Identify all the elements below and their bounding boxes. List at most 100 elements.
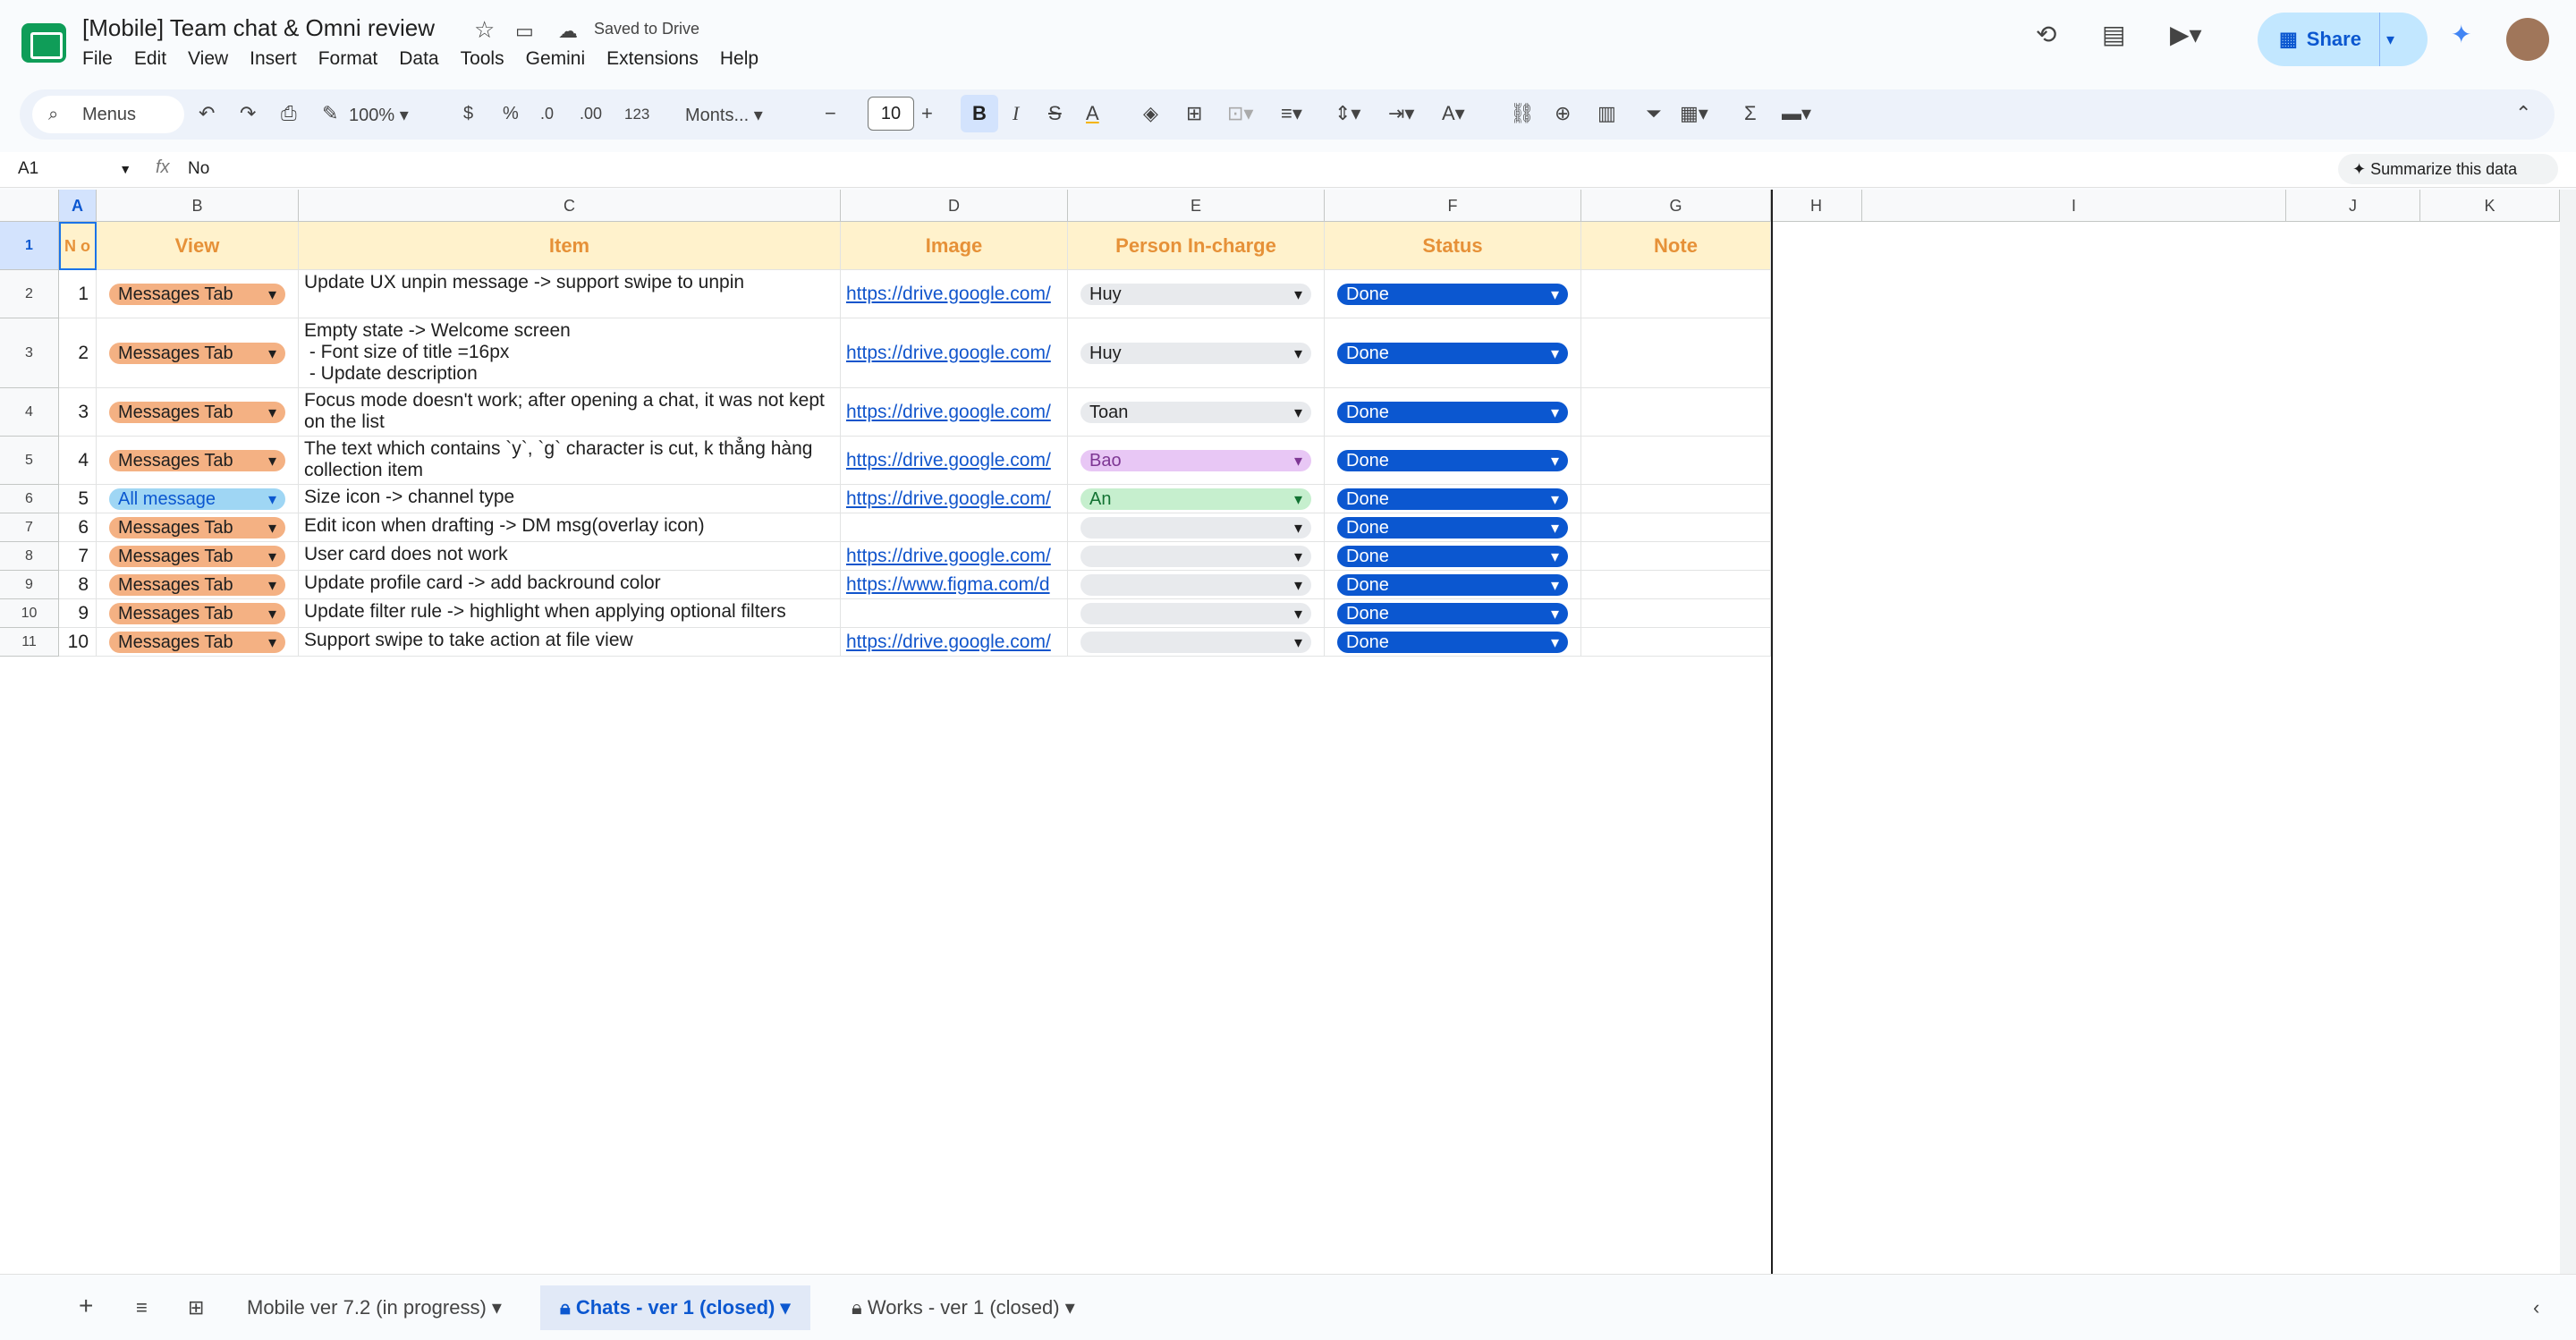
align-vertical-icon[interactable]: ⇕▾ bbox=[1335, 102, 1360, 125]
col-header-a[interactable]: A bbox=[59, 190, 97, 222]
cell-image[interactable]: https://drive.google.com/ bbox=[841, 388, 1068, 437]
cell-no[interactable]: 7 bbox=[59, 542, 97, 571]
cell-note[interactable] bbox=[1581, 542, 1771, 571]
cell-status[interactable]: Done bbox=[1325, 485, 1581, 513]
view-dropdown-chip[interactable]: Messages Tab bbox=[109, 631, 285, 653]
chart-icon[interactable]: ▥ bbox=[1597, 102, 1616, 125]
person-dropdown-chip[interactable] bbox=[1080, 631, 1311, 653]
status-dropdown-chip[interactable]: Done bbox=[1337, 573, 1568, 596]
comments-icon[interactable]: ▤ bbox=[2102, 20, 2125, 49]
cell-view[interactable]: Messages Tab bbox=[97, 571, 299, 599]
menu-data[interactable]: Data bbox=[399, 48, 438, 70]
row-header[interactable]: 6 bbox=[0, 485, 59, 513]
cell-note[interactable] bbox=[1581, 628, 1771, 657]
row-header[interactable]: 1 bbox=[0, 222, 59, 270]
cell-image[interactable]: https://drive.google.com/ bbox=[841, 318, 1068, 388]
bold-button[interactable]: B bbox=[961, 95, 998, 132]
cell-status[interactable]: Done bbox=[1325, 599, 1581, 628]
strikethrough-icon[interactable]: S bbox=[1048, 102, 1062, 125]
cell-status[interactable]: Done bbox=[1325, 270, 1581, 318]
borders-icon[interactable]: ⊞ bbox=[1186, 102, 1202, 125]
cell-view[interactable]: Messages Tab bbox=[97, 599, 299, 628]
col-header-e[interactable]: E bbox=[1068, 190, 1325, 222]
font-size-input[interactable]: 10 bbox=[868, 97, 914, 131]
document-title[interactable]: [Mobile] Team chat & Omni review bbox=[82, 14, 435, 42]
cell-note[interactable] bbox=[1581, 270, 1771, 318]
col-header-f[interactable]: F bbox=[1325, 190, 1581, 222]
cell-image[interactable] bbox=[841, 599, 1068, 628]
cell-person[interactable] bbox=[1068, 571, 1325, 599]
person-dropdown-chip[interactable] bbox=[1080, 545, 1311, 567]
view-dropdown-chip[interactable]: Messages Tab bbox=[109, 573, 285, 596]
person-dropdown-chip[interactable]: Huy bbox=[1080, 283, 1311, 305]
cell-item[interactable]: Update filter rule -> highlight when app… bbox=[299, 599, 841, 628]
sheets-logo-icon[interactable] bbox=[21, 23, 66, 63]
cell-item[interactable]: Update profile card -> add backround col… bbox=[299, 571, 841, 599]
cell-view[interactable]: Messages Tab bbox=[97, 513, 299, 542]
cell-item[interactable]: Empty state -> Welcome screen - Font siz… bbox=[299, 318, 841, 388]
person-dropdown-chip[interactable] bbox=[1080, 602, 1311, 624]
summarize-button[interactable]: ✦ Summarize this data bbox=[2338, 154, 2558, 184]
functions-icon[interactable]: Σ bbox=[1744, 102, 1757, 125]
col-header-h[interactable]: H bbox=[1771, 190, 1862, 222]
currency-format[interactable]: $ bbox=[463, 104, 473, 124]
cell-view[interactable]: Messages Tab bbox=[97, 437, 299, 485]
version-history-icon[interactable]: ⟲ bbox=[2036, 20, 2056, 49]
col-header-j[interactable]: J bbox=[2286, 190, 2420, 222]
cell-note[interactable] bbox=[1581, 485, 1771, 513]
filter-views-icon[interactable]: ▦▾ bbox=[1680, 102, 1708, 125]
italic-button[interactable]: I bbox=[1013, 102, 1019, 125]
cell-no[interactable]: 5 bbox=[59, 485, 97, 513]
header-note[interactable]: Note bbox=[1581, 222, 1771, 270]
cell-no[interactable]: 6 bbox=[59, 513, 97, 542]
sheet-tab-chats[interactable]: 🔒︎ Chats - ver 1 (closed) ▾ bbox=[540, 1285, 810, 1330]
cell-item[interactable]: Update UX unpin message -> support swipe… bbox=[299, 270, 841, 318]
cell-item[interactable]: The text which contains `y`, `g` charact… bbox=[299, 437, 841, 485]
redo-icon[interactable]: ↷ bbox=[240, 102, 256, 125]
cell-note[interactable] bbox=[1581, 599, 1771, 628]
cell-person[interactable]: Bao bbox=[1068, 437, 1325, 485]
view-dropdown-chip[interactable]: Messages Tab bbox=[109, 602, 285, 624]
cell-image[interactable] bbox=[841, 513, 1068, 542]
link-icon[interactable]: ⛓ bbox=[1510, 102, 1535, 125]
collapse-toolbar-icon[interactable]: ⌃ bbox=[2515, 102, 2531, 125]
sheet-tab-works[interactable]: 🔒︎ Works - ver 1 (closed) ▾ bbox=[832, 1285, 1095, 1330]
cell-status[interactable]: Done bbox=[1325, 628, 1581, 657]
cell-note[interactable] bbox=[1581, 513, 1771, 542]
text-color-icon[interactable]: A bbox=[1086, 102, 1099, 125]
status-dropdown-chip[interactable]: Done bbox=[1337, 283, 1568, 305]
view-dropdown-chip[interactable]: All message bbox=[109, 488, 285, 510]
cell-person[interactable] bbox=[1068, 599, 1325, 628]
cell-item[interactable]: Size icon -> channel type bbox=[299, 485, 841, 513]
cell-image[interactable]: https://drive.google.com/ bbox=[841, 270, 1068, 318]
select-all-corner[interactable] bbox=[0, 190, 59, 222]
header-person[interactable]: Person In-charge bbox=[1068, 222, 1325, 270]
decrease-decimal[interactable]: .0 bbox=[540, 105, 554, 123]
cell-person[interactable]: Huy bbox=[1068, 318, 1325, 388]
cell-note[interactable] bbox=[1581, 437, 1771, 485]
view-dropdown-chip[interactable]: Messages Tab bbox=[109, 516, 285, 539]
cell-view[interactable]: Messages Tab bbox=[97, 628, 299, 657]
col-header-k[interactable]: K bbox=[2420, 190, 2560, 222]
align-horizontal-icon[interactable]: ≡▾ bbox=[1281, 102, 1302, 125]
header-status[interactable]: Status bbox=[1325, 222, 1581, 270]
header-no[interactable]: N o bbox=[59, 222, 97, 270]
row-header[interactable]: 3 bbox=[0, 318, 59, 388]
col-header-g[interactable]: G bbox=[1581, 190, 1771, 222]
cell-no[interactable]: 1 bbox=[59, 270, 97, 318]
cell-image[interactable]: https://drive.google.com/ bbox=[841, 628, 1068, 657]
row-header[interactable]: 4 bbox=[0, 388, 59, 437]
cell-image[interactable]: https://drive.google.com/ bbox=[841, 542, 1068, 571]
cell-person[interactable] bbox=[1068, 513, 1325, 542]
view-dropdown-chip[interactable]: Messages Tab bbox=[109, 342, 285, 364]
menu-format[interactable]: Format bbox=[318, 48, 378, 70]
freeze-divider[interactable] bbox=[1771, 190, 1773, 1274]
menu-file[interactable]: File bbox=[82, 48, 113, 70]
person-dropdown-chip[interactable]: An bbox=[1080, 488, 1311, 510]
explore-icon[interactable]: ⊞ bbox=[168, 1285, 224, 1330]
person-dropdown-chip[interactable] bbox=[1080, 516, 1311, 539]
cell-item[interactable]: User card does not work bbox=[299, 542, 841, 571]
status-dropdown-chip[interactable]: Done bbox=[1337, 516, 1568, 539]
status-dropdown-chip[interactable]: Done bbox=[1337, 449, 1568, 471]
increase-decimal[interactable]: .00 bbox=[580, 105, 602, 123]
